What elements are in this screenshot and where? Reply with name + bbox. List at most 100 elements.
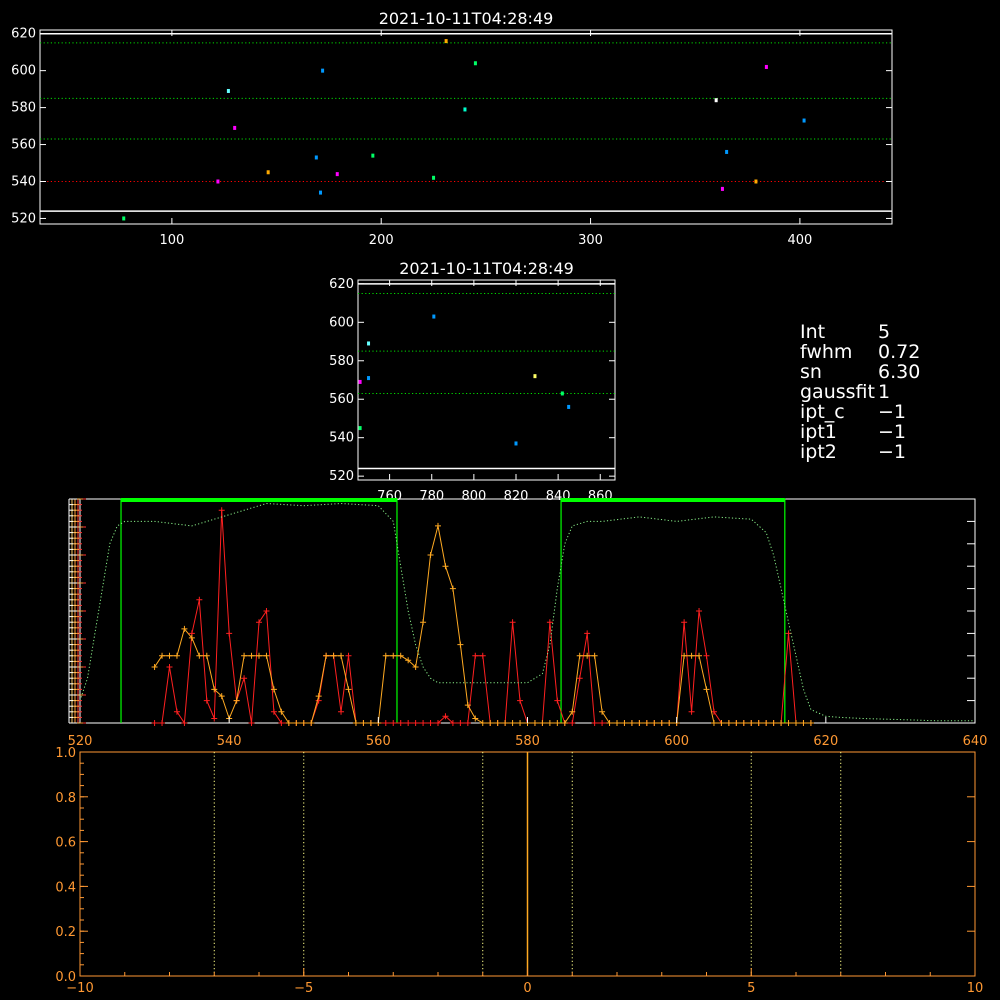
spectrum-marker-0 [599,720,606,726]
spectrum-marker-1 [591,652,598,659]
top-panel-ytick-label: 520 [11,211,36,226]
spectrum-marker-1 [554,720,561,726]
middle-panel-ytick-label: 580 [329,354,354,369]
spectrum-marker-1 [420,619,427,626]
spectrum-marker-0 [159,720,166,726]
middle-panel-title: 2021-10-11T04:28:49 [399,259,574,278]
bottom-xtick-label: 0 [523,981,531,996]
spectrum-marker-0 [248,720,255,726]
spectrum-marker-0 [196,596,203,603]
spectrum-marker-1 [606,720,613,726]
bottom-xtick-label: 5 [747,981,755,996]
spectrum-marker-1 [285,720,292,726]
spectrum-marker-1 [718,720,725,726]
spectrum-marker-0 [554,697,561,704]
bottom-ytick-label: 0.0 [55,970,76,985]
spectrum-marker-0 [546,619,553,626]
spectrum-marker-1 [382,652,389,659]
spectrum-marker-0 [241,675,248,682]
info-row-gaussfit: gaussfit 1 [800,382,920,402]
spectrum-marker-1 [300,720,307,726]
info-value: 5 [878,321,891,343]
top-panel-ytick-label: 600 [11,64,36,79]
bottom-ytick-label: 0.6 [55,836,76,851]
info-value: −1 [878,441,907,463]
spectrum-marker-0 [457,720,464,726]
spectrum-marker-1 [539,720,546,726]
info-value: 6.30 [878,361,921,383]
spectrum-marker-1 [435,522,441,529]
spectrum-marker-0 [412,720,419,726]
middle-panel-ytick-label: 520 [329,469,354,484]
info-key: gaussfit [800,381,875,403]
top-panel-xtick-label: 300 [578,233,603,248]
spectrum-marker-0 [390,720,397,726]
top-panel-point-6 [319,190,323,195]
spectrum-marker-1 [763,720,770,726]
spectrum-marker-1 [196,652,203,659]
spectrum-marker-1 [658,720,665,726]
spectrum-series-0 [154,510,811,725]
info-key: ipt2 [800,441,837,463]
spectrum-marker-0 [472,652,479,659]
top-panel-point-12 [463,107,467,112]
spectrum-marker-1 [502,720,509,726]
spectrum-marker-1 [509,720,516,726]
top-panel-point-10 [432,175,436,180]
info-key: ipt1 [800,421,837,443]
info-key: sn [800,361,822,383]
info-row-sn: sn 6.30 [800,362,920,382]
spectrum-marker-0 [584,630,591,637]
top-panel-point-3 [233,125,237,130]
window-0 [120,498,398,723]
spectrum-marker-1 [233,697,240,704]
top-panel-xtick-label: 100 [159,233,184,248]
spectrum-marker-0 [696,608,703,614]
spectrum-marker-0 [345,652,352,659]
spectrum-marker-1 [166,652,173,659]
spectrum-marker-1 [800,720,807,726]
spectrum-marker-1 [793,720,799,726]
spectrum-marker-0 [338,708,345,715]
info-value: −1 [878,401,907,423]
middle-panel-xtick-label: 800 [461,489,486,504]
bottom-ytick-label: 1.0 [55,746,76,761]
spectrum-marker-0 [270,708,277,715]
middle-panel-point-3 [367,376,371,381]
info-value: −1 [878,421,907,443]
spectrum-marker-1 [442,563,449,570]
middle-panel-xtick-label: 780 [419,489,444,504]
top-panel-point-18 [764,64,768,69]
spectrum-marker-1 [636,720,643,726]
spectrum-marker-0 [397,720,404,726]
info-key: Int [800,321,826,343]
spectrum-marker-1 [599,708,606,715]
info-key: ipt_c [800,401,845,423]
spectrum-marker-1 [733,720,740,726]
spectrum-marker-1 [293,720,300,726]
spectrum-marker-1 [546,720,553,726]
spectrum-marker-1 [308,720,315,726]
spectrum-marker-1 [628,720,635,726]
spectrum-marker-0 [166,664,173,670]
top-panel-point-2 [226,88,230,93]
top-panel-frame [39,29,893,225]
middle-panel-ytick-label: 600 [329,315,354,330]
spectrum-marker-1 [159,652,166,659]
spectrum-marker-1 [807,720,814,726]
spectrum-marker-0 [427,720,434,726]
info-key: fwhm [800,341,853,363]
info-row-int: Int 5 [800,322,920,342]
spectrum-series-1 [154,525,811,724]
spectrum-marker-0 [405,720,412,726]
middle-panel-point-4 [432,314,436,319]
top-panel-point-9 [371,153,375,158]
info-value: 0.72 [878,341,921,363]
spectrum-marker-1 [352,720,359,726]
spectrum-marker-1 [390,652,397,659]
top-panel-title: 2021-10-11T04:28:49 [379,9,554,28]
top-panel-ytick-label: 560 [11,138,36,153]
middle-panel-point-6 [533,374,537,379]
info-row-fwhm: fwhm 0.72 [800,342,920,362]
spectrum-marker-1 [449,585,456,592]
